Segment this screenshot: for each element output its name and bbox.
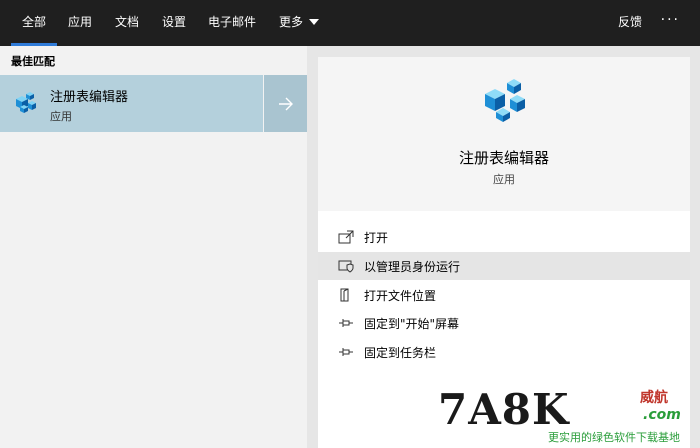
search-filter-bar: 全部 应用 文档 设置 电子邮件 更多 反馈 ··· [0,0,700,46]
watermark: 7A8K 威航 .com 更实用的绿色软件下载基地 [438,385,700,448]
action-pin-to-taskbar[interactable]: 固定到任务栏 [318,338,690,366]
watermark-cn: 威航 [640,390,668,406]
results-panel: 最佳匹配 注册表编辑器 应用 [0,46,307,448]
action-run-as-admin-label: 以管理员身份运行 [364,260,461,274]
registry-editor-icon [485,79,525,122]
tab-apps[interactable]: 应用 [68,0,92,46]
detail-app-type: 应用 [493,173,515,186]
file-location-icon [340,288,349,302]
tab-settings[interactable]: 设置 [162,0,186,46]
pin-icon [339,348,353,356]
action-open-file-location-label: 打开文件位置 [364,289,437,303]
run-as-admin-icon [338,260,354,273]
best-match-result[interactable]: 注册表编辑器 应用 [0,75,263,132]
action-pin-to-taskbar-label: 固定到任务栏 [364,346,437,360]
tab-more-label: 更多 [279,15,304,29]
open-icon [338,230,354,244]
tab-more[interactable]: 更多 [279,0,320,46]
feedback-button[interactable]: 反馈 [618,0,642,46]
registry-editor-icon [16,92,36,113]
more-options-button[interactable]: ··· [661,0,680,46]
pin-icon [339,319,353,327]
expand-details-button[interactable] [264,75,307,132]
watermark-logo: 7A8K [438,385,570,434]
tab-email[interactable]: 电子邮件 [208,0,256,46]
best-match-name: 注册表编辑器 [50,90,129,105]
action-pin-to-start-label: 固定到"开始"屏幕 [364,317,460,331]
section-title-best-match: 最佳匹配 [11,55,55,68]
action-pin-to-start[interactable]: 固定到"开始"屏幕 [318,309,690,337]
best-match-type: 应用 [50,110,72,123]
detail-app-name: 注册表编辑器 [458,149,549,167]
action-open-file-location[interactable]: 打开文件位置 [318,281,690,309]
tab-documents[interactable]: 文档 [115,0,139,46]
chevron-down-icon [309,18,320,25]
arrow-right-icon [278,97,293,110]
action-run-as-admin[interactable]: 以管理员身份运行 [318,252,690,280]
app-preview: 注册表编辑器 应用 [318,57,690,211]
watermark-domain: .com [643,407,681,423]
watermark-slogan: 更实用的绿色软件下载基地 [548,431,680,444]
tab-all[interactable]: 全部 [10,0,58,46]
action-open-label: 打开 [364,231,389,245]
action-open[interactable]: 打开 [318,223,690,251]
